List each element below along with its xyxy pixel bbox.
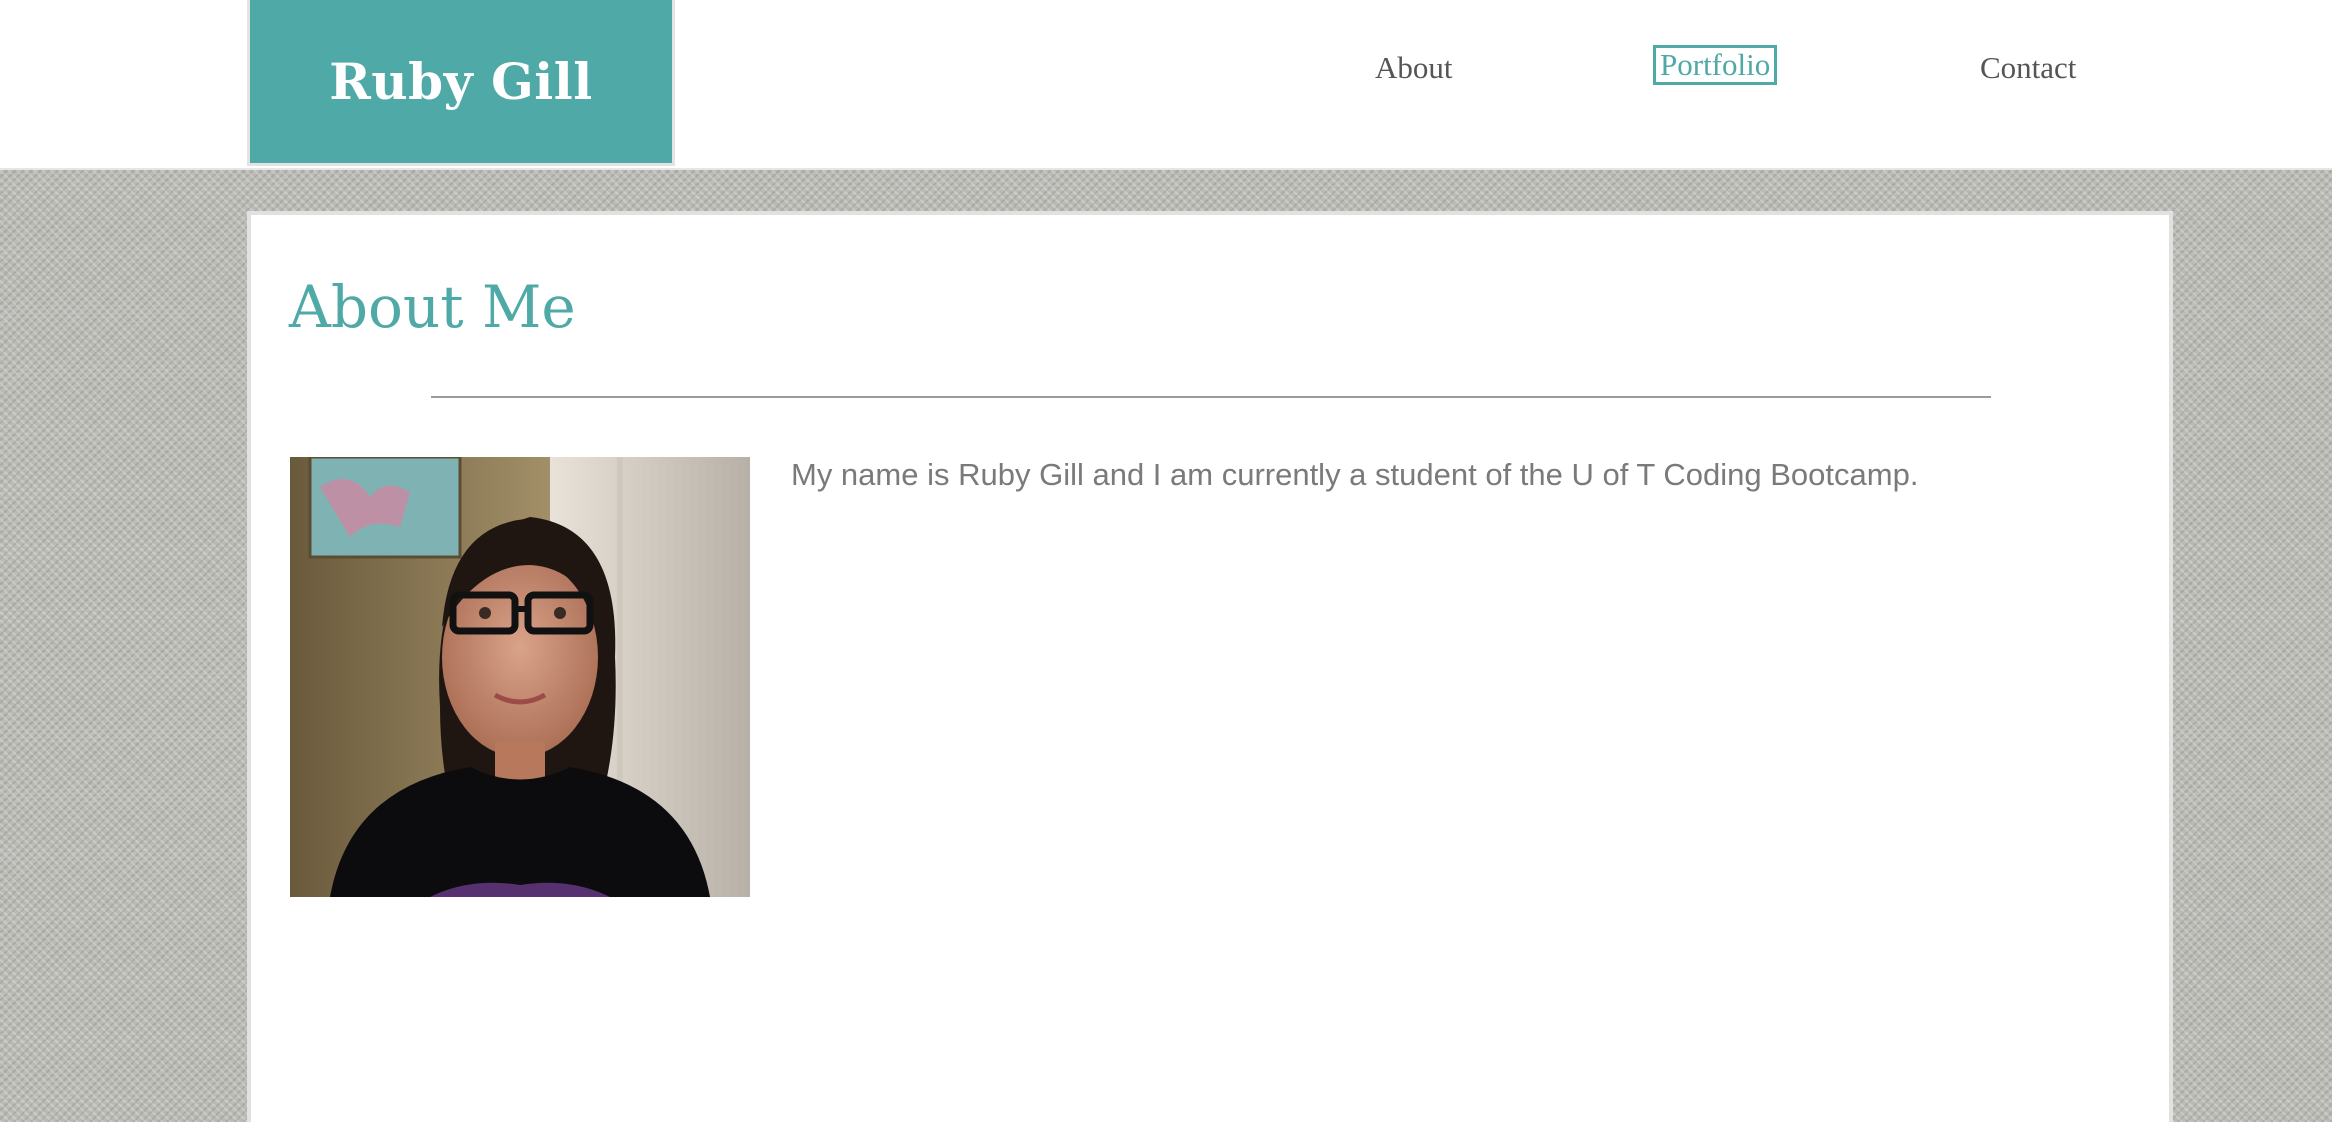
title-divider — [431, 396, 1991, 398]
page-title: About Me — [289, 273, 576, 341]
bio-text: My name is Ruby Gill and I am currently … — [791, 457, 1919, 492]
nav-link-contact[interactable]: Contact — [1973, 45, 2083, 91]
profile-photo-illustration — [290, 457, 750, 897]
site-header: Ruby Gill About Portfolio Contact — [0, 0, 2332, 170]
logo-text[interactable]: Ruby Gill — [329, 52, 593, 111]
site-logo[interactable]: Ruby Gill — [247, 0, 675, 166]
about-panel: About Me My name is Ruby Gill and I am c… — [247, 211, 2173, 1122]
nav-link-portfolio[interactable]: Portfolio — [1653, 45, 1778, 85]
profile-photo — [290, 457, 750, 897]
nav-link-about[interactable]: About — [1368, 45, 1460, 91]
